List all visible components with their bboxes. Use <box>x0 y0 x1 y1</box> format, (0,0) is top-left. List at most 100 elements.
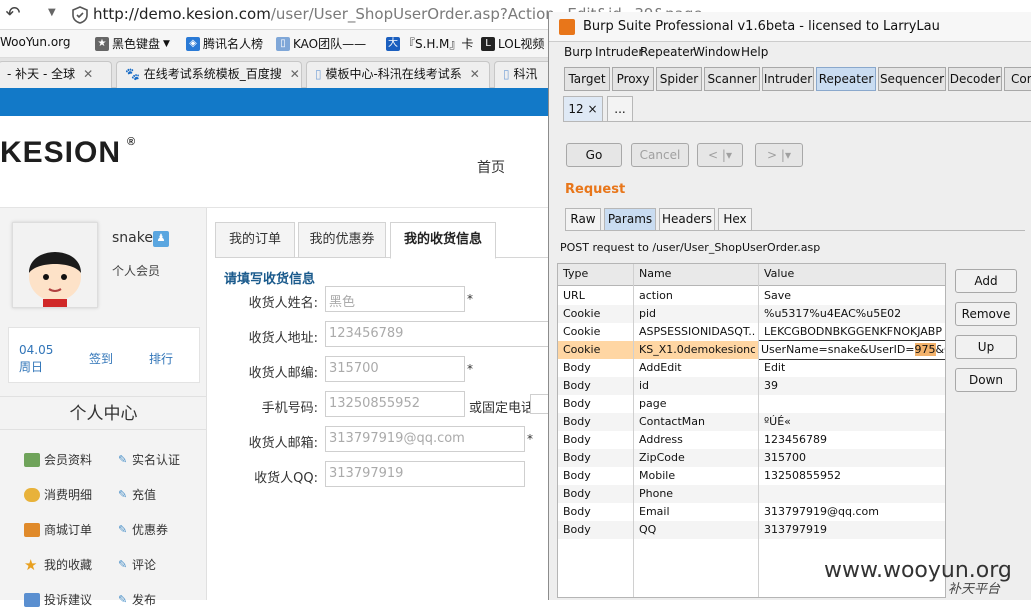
menu-coupons[interactable]: ✎ 优惠券 <box>118 521 168 538</box>
kesion-logo[interactable]: KESION ® <box>0 136 136 170</box>
table-row[interactable]: Body Email 313797919@qq.com <box>558 503 945 521</box>
bookmark-black-keyboard[interactable]: ★ 黑色键盘 ▼ <box>95 35 170 52</box>
tab-intruder[interactable]: Intruder <box>762 67 814 91</box>
tab-butian[interactable]: - 补天 - 全球 ✕ <box>0 61 112 88</box>
rank-link[interactable]: 排行 <box>149 350 173 367</box>
menu-realname[interactable]: ✎ 实名认证 <box>118 451 180 468</box>
tab-my-coupons[interactable]: 我的优惠券 <box>298 222 386 258</box>
mobile-label: 手机号码: <box>261 401 318 416</box>
col-name-header[interactable]: Name <box>639 267 671 280</box>
close-icon: ✕ <box>83 67 94 81</box>
page-icon: ▯ <box>503 67 510 81</box>
table-row[interactable]: Body ZipCode 315700 <box>558 449 945 467</box>
bookmark-tencent[interactable]: ◈ 腾讯名人榜 <box>186 35 263 52</box>
menu-repeater[interactable]: Repeater <box>640 45 695 59</box>
table-row-selected[interactable]: Cookie KS_X1.0demokesionc... UserName=sn… <box>558 340 945 360</box>
go-button[interactable]: Go <box>566 143 622 167</box>
tab-proxy[interactable]: Proxy <box>612 67 654 91</box>
tab-my-orders[interactable]: 我的订单 <box>215 222 295 258</box>
url-host: http://demo.kesion.com <box>93 5 271 23</box>
col-type-header[interactable]: Type <box>563 267 588 280</box>
receiver-zipcode-input[interactable]: 315700 <box>325 356 465 382</box>
repeater-tab-12[interactable]: 12 × <box>563 96 603 122</box>
table-row[interactable]: Body Mobile 13250855952 <box>558 467 945 485</box>
params-table: Type Name Value URL action Save Cookie pid%… <box>557 263 946 598</box>
username[interactable]: snake <box>112 230 153 246</box>
receiver-address-input[interactable]: 123456789 <box>325 321 551 347</box>
tab-baidu-search[interactable]: 🐾 在线考试系统模板_百度搜 ✕ <box>116 61 302 88</box>
tab-kesion[interactable]: ▯ 科汛 <box>494 61 554 88</box>
table-row[interactable]: Body id 39 <box>558 377 945 395</box>
tab-repeater[interactable]: Repeater <box>816 67 876 91</box>
menu-spending[interactable]: 消费明细 <box>24 486 92 503</box>
back-icon[interactable]: ↶ <box>2 3 24 25</box>
repeater-tab-new[interactable]: ... <box>607 96 633 122</box>
landline-label: 或固定电话 <box>469 401 535 416</box>
add-param-button[interactable]: Add <box>955 269 1017 293</box>
tab-headers[interactable]: Headers <box>659 208 715 231</box>
menu-profile[interactable]: 会员资料 <box>24 451 92 468</box>
cancel-button[interactable]: Cancel <box>631 143 689 167</box>
burp-tool-tabs: Target Proxy Spider Scanner Intruder Rep… <box>549 67 1031 92</box>
receiver-qq-input[interactable]: 313797919 <box>325 461 525 487</box>
menu-window[interactable]: Window <box>693 45 740 59</box>
site-header: KESION ® 首页 <box>0 116 548 208</box>
col-value-header[interactable]: Value <box>764 267 794 280</box>
receiver-email-input[interactable]: 313797919@qq.com <box>325 426 525 452</box>
tab-raw[interactable]: Raw <box>565 208 601 231</box>
table-row[interactable]: Body AddEdit Edit <box>558 359 945 377</box>
menu-recharge[interactable]: ✎ 充值 <box>118 486 156 503</box>
tab-shipping-info[interactable]: 我的收货信息 <box>390 222 496 259</box>
bookmark-wooyun[interactable]: WooYun.org <box>0 35 71 49</box>
bookmark-kao[interactable]: ▯ KAO团队—— <box>276 35 366 52</box>
column-divider[interactable] <box>633 264 634 597</box>
table-row[interactable]: Cookie pid %u5317%u4EAC%u5E02 <box>558 305 945 323</box>
tab-scanner[interactable]: Scanner <box>704 67 760 91</box>
tab-hex[interactable]: Hex <box>718 208 752 231</box>
menu-intruder[interactable]: Intruder <box>595 45 643 59</box>
table-row[interactable]: Body page <box>558 395 945 413</box>
tab-sequencer[interactable]: Sequencer <box>878 67 946 91</box>
table-row[interactable]: Body ContactMan ºÚÉ« <box>558 413 945 431</box>
tab-decoder[interactable]: Decoder <box>948 67 1002 91</box>
mobile-input[interactable]: 13250855952 <box>325 391 465 417</box>
watermark-brand: 补天平台 <box>948 582 1001 597</box>
bookmark-shm[interactable]: 大『S.H.M』卡 <box>386 35 473 52</box>
cart-icon <box>24 522 40 537</box>
table-row[interactable]: URL action Save <box>558 287 945 305</box>
request-summary: POST request to /user/User_ShopUserOrder… <box>560 241 821 254</box>
tab-target[interactable]: Target <box>564 67 610 91</box>
menu-help[interactable]: Help <box>741 45 768 59</box>
menu-favorites[interactable]: ★ 我的收藏 <box>24 556 92 573</box>
signin-link[interactable]: 签到 <box>89 350 113 367</box>
tab-spider[interactable]: Spider <box>656 67 702 91</box>
table-row[interactable]: Body Phone <box>558 485 945 503</box>
tab-template-center[interactable]: ▯ 模板中心-科汛在线考试系 ✕ <box>306 61 490 88</box>
menu-burp[interactable]: Burp <box>564 45 592 59</box>
history-dropdown-icon[interactable]: ▼ <box>48 7 56 18</box>
bookmark-icon: ★ <box>95 36 109 51</box>
menu-comments[interactable]: ✎ 评论 <box>118 556 156 573</box>
table-row[interactable]: Body Address 123456789 <box>558 431 945 449</box>
table-row[interactable]: Cookie ASPSESSIONIDASQT... LEKCGBODNBKGGEN… <box>558 323 945 341</box>
move-up-button[interactable]: Up <box>955 335 1017 359</box>
receiver-name-input[interactable]: 黑色 <box>325 286 465 312</box>
column-divider[interactable] <box>758 264 759 597</box>
menu-shop-orders[interactable]: 商城订单 <box>24 521 92 538</box>
highlighted-userid: 975 <box>914 343 936 356</box>
next-request-button[interactable]: > |▾ <box>755 143 803 167</box>
burp-logo-icon <box>559 19 575 35</box>
landline-input[interactable] <box>530 394 550 414</box>
move-down-button[interactable]: Down <box>955 368 1017 392</box>
prev-request-button[interactable]: < |▾ <box>697 143 743 167</box>
account-tabs: 我的订单 我的优惠券 我的收货信息 <box>215 222 548 259</box>
nav-home-link[interactable]: 首页 <box>477 157 505 177</box>
table-row[interactable]: Body QQ 313797919 <box>558 521 945 539</box>
tab-comparer[interactable]: Com <box>1004 67 1031 91</box>
remove-param-button[interactable]: Remove <box>955 302 1017 326</box>
site-top-bar <box>0 88 548 116</box>
cookie-value-editor[interactable]: UserName=snake&UserID=975&Group <box>758 340 945 360</box>
vip-badge-icon: ♟ <box>153 231 169 247</box>
tab-params[interactable]: Params <box>604 208 656 231</box>
bookmark-lol[interactable]: L LOL视频 <box>481 35 544 52</box>
